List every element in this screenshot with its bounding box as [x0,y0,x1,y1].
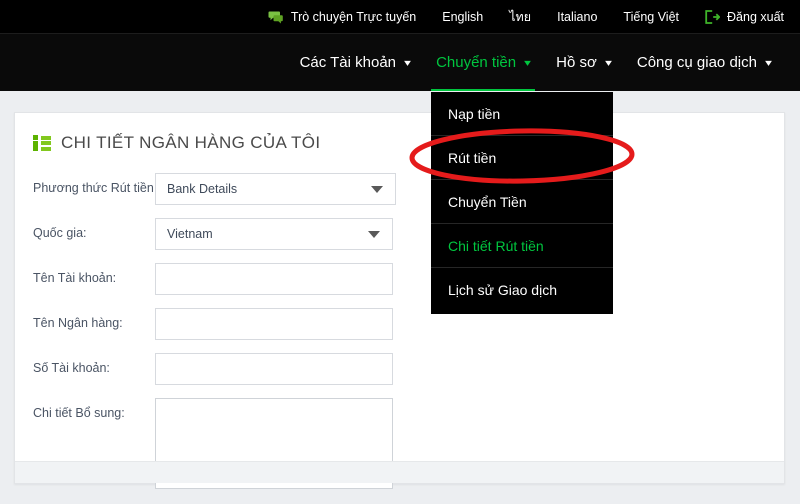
page-title: CHI TIẾT NGÂN HÀNG CỦA TÔI [33,133,784,153]
menu-item-transaction-history[interactable]: Lịch sử Giao dịch [431,268,613,312]
nav-item-profile[interactable]: Hồ sơ ▾ [543,34,624,92]
language-italiano[interactable]: Italiano [557,10,597,24]
country-value: Vietnam [167,227,213,241]
account-name-input[interactable] [155,263,393,295]
menu-item-deposit[interactable]: Nạp tiền [431,92,613,136]
language-english[interactable]: English [442,10,483,24]
label-additional-details: Chi tiết Bổ sung: [33,406,125,420]
control-account-number [155,353,393,385]
bank-name-input[interactable] [155,308,393,340]
label-account-name: Tên Tài khoản: [33,271,117,285]
chevron-down-icon: ▾ [604,57,612,69]
top-utility-bar: Trò chuyện Trực tuyến English ไทย Italia… [0,0,800,33]
label-account-number: Số Tài khoản: [33,361,110,375]
live-chat-label: Trò chuyện Trực tuyến [290,9,417,24]
chevron-down-icon [368,231,380,238]
logout-icon [705,9,721,24]
top-utility-bar-items: Trò chuyện Trực tuyến English ไทย Italia… [268,7,784,27]
page-root: Trò chuyện Trực tuyến English ไทย Italia… [0,0,800,504]
nav-item-accounts-label: Các Tài khoản [299,54,397,71]
label-country: Quốc gia: [33,226,87,240]
logout-label: Đăng xuất [727,9,784,24]
country-select[interactable]: Vietnam [155,218,393,250]
chevron-down-icon [371,186,383,193]
label-withdrawal-method: Phương thức Rút tiền : [33,181,161,195]
field-row-withdrawal-method: Phương thức Rút tiền : Bank Details [15,173,784,205]
field-row-bank-name: Tên Ngân hàng: [15,308,784,340]
withdrawal-method-value: Bank Details [167,182,238,196]
main-navigation: Các Tài khoản ▾ Chuyển tiền ▾ Hồ sơ ▾ Cô… [0,33,800,92]
control-account-name [155,263,393,295]
nav-item-profile-label: Hồ sơ [556,54,597,71]
menu-item-withdraw[interactable]: Rút tiền [431,136,613,180]
nav-item-accounts[interactable]: Các Tài khoản ▾ [287,34,423,92]
menu-item-transfer[interactable]: Chuyển Tiền [431,180,613,224]
card-footer [15,461,784,483]
bank-details-form: Phương thức Rút tiền : Bank Details Quốc… [15,173,784,494]
control-bank-name [155,308,393,340]
withdrawal-method-select[interactable]: Bank Details [155,173,396,205]
language-vietnamese[interactable]: Tiếng Việt [623,10,679,24]
page-title-text: CHI TIẾT NGÂN HÀNG CỦA TÔI [61,133,321,152]
control-withdrawal-method: Bank Details [155,173,396,205]
page-content: CHI TIẾT NGÂN HÀNG CỦA TÔI Phương thức R… [0,91,800,504]
chat-bubble-icon [268,10,284,24]
chevron-down-icon: ▾ [404,57,411,69]
menu-item-withdrawal-details[interactable]: Chi tiết Rút tiền [431,224,613,268]
nav-item-trading-tools-label: Công cụ giao dịch [636,54,757,71]
field-row-country: Quốc gia: Vietnam [15,218,784,250]
account-number-input[interactable] [155,353,393,385]
field-row-account-number: Số Tài khoản: [15,353,784,385]
transfer-funds-dropdown-menu: Nạp tiền Rút tiền Chuyển Tiền Chi tiết R… [431,92,613,314]
language-thai[interactable]: ไทย [509,7,531,27]
list-icon [33,135,51,151]
chevron-down-icon: ▾ [524,57,532,69]
bank-details-card: CHI TIẾT NGÂN HÀNG CỦA TÔI Phương thức R… [14,112,785,489]
nav-item-trading-tools[interactable]: Công cụ giao dịch ▾ [624,34,784,92]
label-bank-name: Tên Ngân hàng: [33,316,123,330]
control-country: Vietnam [155,218,393,250]
nav-item-transfer-funds-label: Chuyển tiền [436,54,517,71]
live-chat-link[interactable]: Trò chuyện Trực tuyến [268,10,416,24]
nav-item-transfer-funds[interactable]: Chuyển tiền ▾ [423,34,543,92]
field-row-account-name: Tên Tài khoản: [15,263,784,295]
chevron-down-icon: ▾ [765,57,772,69]
logout-link[interactable]: Đăng xuất [705,10,784,24]
